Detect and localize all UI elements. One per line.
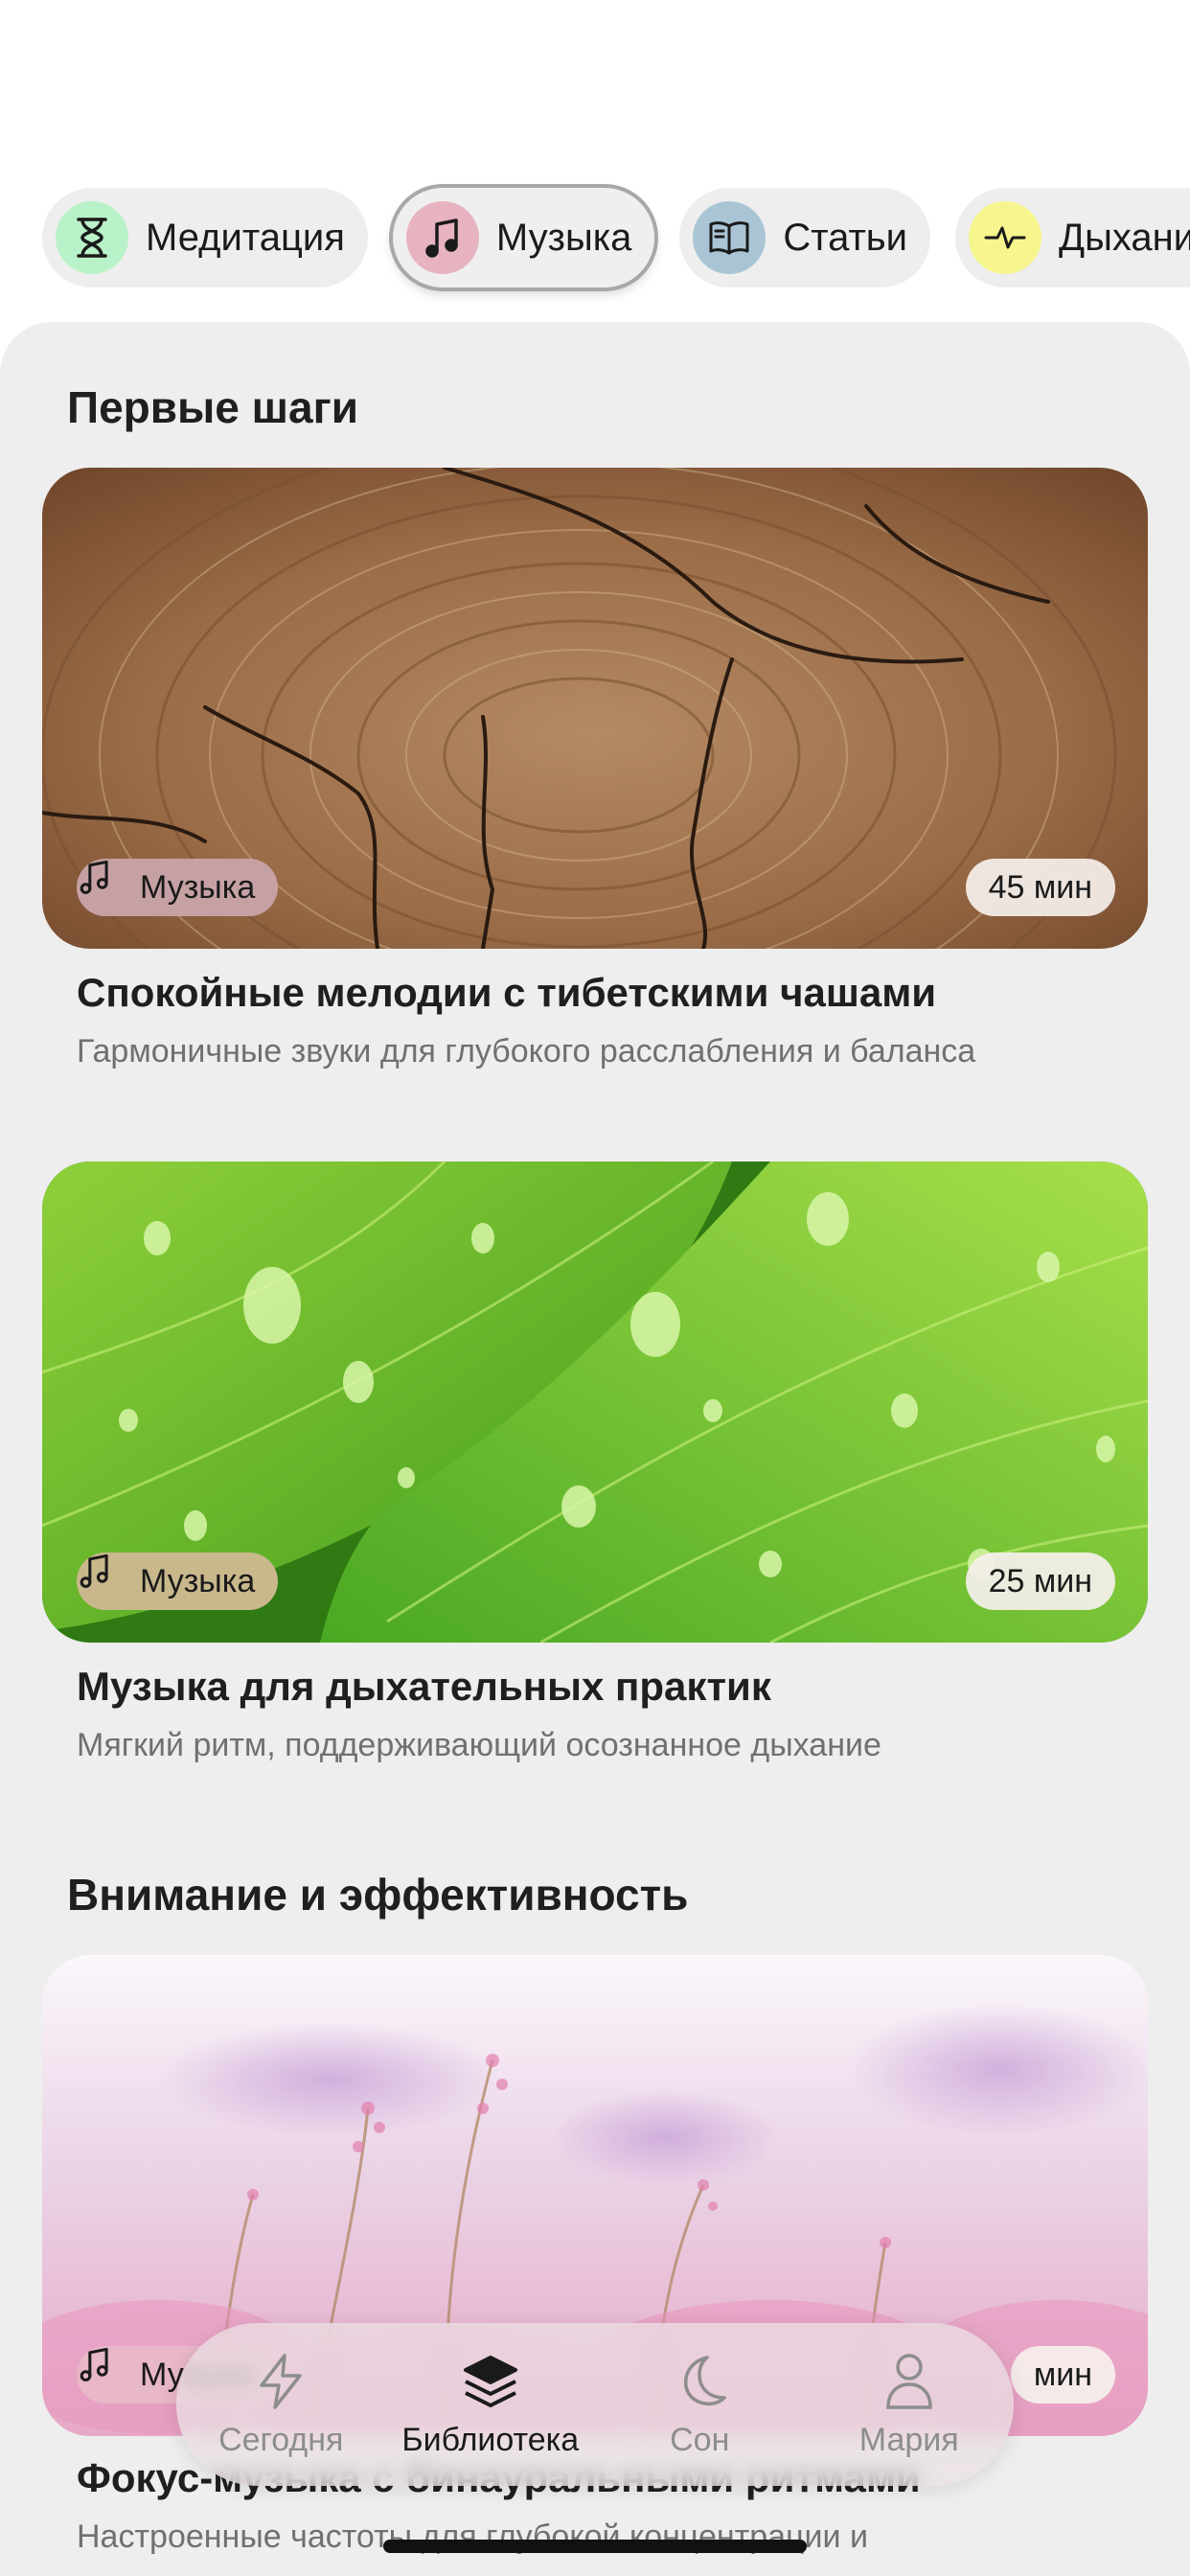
moon-icon [669, 2351, 730, 2412]
chip-articles[interactable]: Статьи [679, 188, 930, 288]
nav-item-profile[interactable]: Мария [813, 2351, 1005, 2459]
lightning-icon [250, 2351, 311, 2412]
nav-label: Сон [670, 2421, 730, 2458]
chip-breathing[interactable]: Дыхание [954, 188, 1190, 288]
book-icon [693, 201, 767, 274]
category-tag: Музыка [77, 859, 279, 916]
music-note-icon [405, 201, 479, 274]
nav-item-sleep[interactable]: Сон [604, 2351, 795, 2459]
nav-label: Мария [858, 2421, 959, 2458]
library-panel: Первые шаги Музыка 45 мин Спокойные мело… [0, 322, 1190, 2576]
chip-label: Дыхание [1058, 216, 1190, 259]
home-indicator [383, 2540, 807, 2553]
card-description: Мягкий ритм, поддерживающий осознанное д… [77, 1727, 881, 1763]
card-image-wood[interactable]: Музыка 45 мин [42, 468, 1148, 949]
duration-badge: 45 мин [965, 859, 1115, 916]
section-title: Внимание и эффективность [67, 1870, 689, 1920]
chip-music[interactable]: Музыка [392, 188, 655, 288]
card-image-leaves[interactable]: Музыка 25 мин [42, 1162, 1148, 1643]
category-tag: Музыка [77, 1552, 279, 1610]
duration-badge: 25 мин [965, 1552, 1115, 1610]
chip-label: Медитация [146, 216, 345, 259]
pulse-icon [968, 201, 1041, 274]
nav-label: Библиотека [401, 2421, 580, 2458]
bottom-nav: Сегодня Библиотека Сон Мария [176, 2323, 1014, 2486]
user-icon [879, 2351, 940, 2412]
nav-item-today[interactable]: Сегодня [185, 2351, 377, 2459]
tag-label: Музыка [140, 868, 256, 906]
chip-label: Музыка [495, 216, 632, 259]
card-title[interactable]: Музыка для дыхательных практик [77, 1664, 771, 1710]
hourglass-icon [56, 201, 128, 274]
tag-label: Музыка [140, 1562, 256, 1599]
music-note-icon [80, 2347, 128, 2393]
chip-label: Статьи [783, 216, 907, 259]
category-chips: Медитация Музыка Статьи Дыхание [42, 188, 1190, 288]
music-note-icon [80, 860, 128, 906]
nav-label: Сегодня [218, 2421, 344, 2458]
card-description: Гармоничные звуки для глубокого расслабл… [77, 1033, 976, 1070]
chip-meditation[interactable]: Медитация [42, 188, 368, 288]
nav-item-library[interactable]: Библиотека [395, 2351, 586, 2459]
section-title: Первые шаги [67, 382, 359, 432]
music-note-icon [80, 1553, 128, 1599]
layers-icon [460, 2351, 521, 2412]
card-title[interactable]: Спокойные мелодии с тибетскими чашами [77, 970, 936, 1016]
duration-badge: мин [1010, 2346, 1115, 2404]
